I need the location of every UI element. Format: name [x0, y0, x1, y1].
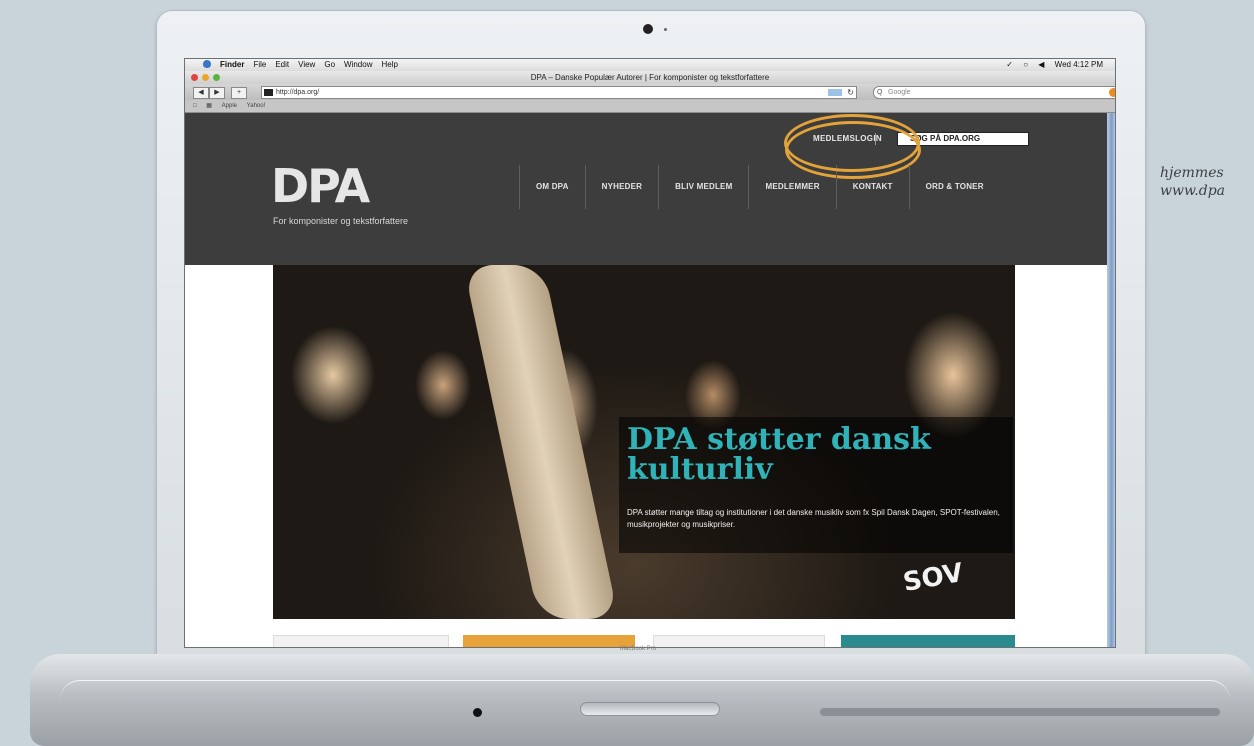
- menu-edit[interactable]: Edit: [275, 60, 289, 69]
- nav-nyheder[interactable]: NYHEDER: [584, 165, 659, 209]
- browser-toolbar: ◀ ▶ + http://dpa.org/ ↻ Q Google: [185, 84, 1115, 100]
- reload-icon[interactable]: ↻: [847, 88, 854, 97]
- lid-latch: [580, 702, 720, 716]
- snapback-icon[interactable]: [1109, 88, 1115, 97]
- content-tile-4[interactable]: [841, 635, 1015, 647]
- content-tile-3[interactable]: [653, 635, 825, 647]
- google-search-field[interactable]: Q Google: [873, 86, 1115, 99]
- menu-go[interactable]: Go: [324, 60, 335, 69]
- caption-line-2: www.dpa: [1160, 183, 1226, 199]
- sleep-indicator-icon: [473, 708, 482, 717]
- bluetooth-icon[interactable]: ✓: [1006, 60, 1013, 69]
- top-sites-icon[interactable]: ▦: [206, 103, 212, 109]
- nav-om-dpa[interactable]: OM DPA: [519, 165, 585, 209]
- nav-bliv-medlem[interactable]: BLIV MEDLEM: [658, 165, 748, 209]
- address-bar-url: http://dpa.org/: [276, 89, 320, 96]
- caption-line-1: hjemmes: [1160, 165, 1224, 181]
- menu-finder[interactable]: Finder: [220, 60, 244, 69]
- medlemslogin-callout-ellipse: [784, 114, 920, 172]
- hero-headline: DPA støtter dansk kulturliv: [627, 422, 931, 487]
- nav-ord-toner[interactable]: ORD & TONER: [908, 165, 1000, 209]
- menu-window[interactable]: Window: [344, 60, 372, 69]
- hero-body-text: DPA støtter mange tiltag og institutione…: [627, 508, 1000, 529]
- hero-banner[interactable]: DPA støtter dansk kulturliv DPA støtter …: [273, 265, 1015, 619]
- window-title: DPA – Danske Populær Autorer | For kompo…: [530, 73, 770, 82]
- menubar-clock[interactable]: Wed 4:12 PM: [1055, 60, 1103, 69]
- main-navigation: OM DPA NYHEDER BLIV MEDLEM MEDLEMMER KON…: [519, 165, 1000, 215]
- camera-icon: [643, 24, 653, 34]
- volume-icon[interactable]: ◀: [1038, 60, 1044, 69]
- bookmark-apple[interactable]: Apple: [222, 103, 237, 109]
- site-search-placeholder: SØG PÅ DPA.ORG: [910, 134, 981, 143]
- bookmarks-book-icon[interactable]: □: [193, 103, 197, 109]
- forward-button[interactable]: ▶: [209, 87, 225, 99]
- close-window-icon[interactable]: [191, 74, 198, 81]
- nav-medlemmer[interactable]: MEDLEMMER: [748, 165, 835, 209]
- camera-led: [664, 28, 667, 31]
- search-placeholder: Google: [888, 89, 911, 96]
- back-button[interactable]: ◀: [193, 87, 209, 99]
- add-bookmark-button[interactable]: +: [231, 87, 247, 99]
- content-tile-2[interactable]: [463, 635, 635, 647]
- menu-view[interactable]: View: [298, 60, 315, 69]
- side-caption: hjemmes www.dpa: [1160, 164, 1225, 200]
- speaker-vent: [820, 708, 1220, 716]
- address-bar[interactable]: http://dpa.org/ ↻: [261, 86, 857, 99]
- dpa-logo[interactable]: DPA: [271, 163, 371, 209]
- minimize-window-icon[interactable]: [202, 74, 209, 81]
- page-scrollbar[interactable]: [1107, 113, 1115, 647]
- search-icon: Q: [877, 89, 883, 96]
- zoom-window-icon[interactable]: [213, 74, 220, 81]
- site-tagline: For komponister og tekstforfattere: [273, 216, 409, 226]
- rss-icon[interactable]: [828, 89, 842, 96]
- laptop-screen: Finder File Edit View Go Window Help ✓ ○ ◀ Wed…: [184, 58, 1116, 648]
- browser-titlebar: DPA – Danske Populær Autorer | For kompo…: [185, 71, 1115, 84]
- hero-raised-arm: [463, 265, 619, 619]
- content-tile-1[interactable]: [273, 635, 449, 647]
- menu-help[interactable]: Help: [381, 60, 397, 69]
- laptop-model-label: MacBook Pro: [620, 646, 657, 652]
- menu-file[interactable]: File: [253, 60, 266, 69]
- hero-sign-text: SOV: [900, 557, 966, 599]
- wifi-icon[interactable]: ○: [1023, 60, 1028, 69]
- site-favicon-icon: [264, 89, 273, 96]
- bookmark-yahoo[interactable]: Yahoo!: [247, 103, 266, 109]
- bookmarks-bar: □ ▦ Apple Yahoo!: [185, 100, 1115, 113]
- menubar-status: ✓ ○ ◀ Wed 4:12 PM: [998, 59, 1103, 71]
- apple-menu-icon[interactable]: [203, 60, 211, 68]
